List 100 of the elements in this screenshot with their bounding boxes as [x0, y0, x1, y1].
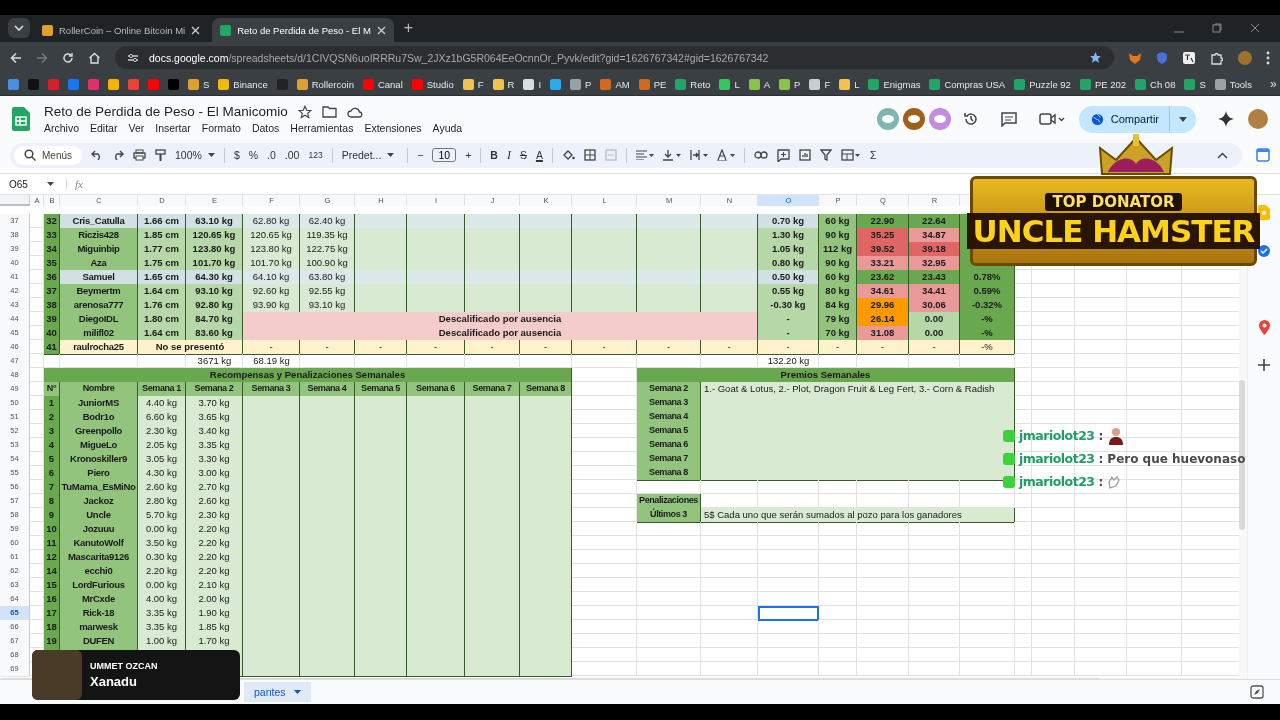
star-icon[interactable] [297, 104, 312, 119]
bookmark[interactable]: R [507, 78, 515, 90]
bookmark[interactable]: S [1199, 78, 1206, 90]
bookmark-icon[interactable] [1079, 78, 1091, 90]
text-rotation-icon[interactable] [716, 149, 735, 161]
calendar-icon[interactable] [1256, 148, 1270, 162]
close-icon[interactable] [191, 25, 201, 35]
menu-item[interactable]: Editar [90, 122, 118, 134]
keep-icon[interactable] [1258, 205, 1270, 220]
bookmark-icon[interactable] [296, 78, 308, 90]
bookmark[interactable]: PE 202 [1094, 78, 1127, 90]
tab-list-button[interactable] [8, 18, 30, 38]
print-icon[interactable] [133, 149, 146, 161]
currency-format-button[interactable]: $ [233, 149, 240, 161]
bookmark-icon[interactable] [748, 78, 760, 90]
bookmark[interactable]: AM [615, 78, 630, 90]
bookmark[interactable]: P [585, 78, 592, 90]
table-view-icon[interactable] [840, 149, 861, 161]
undo-icon[interactable] [91, 150, 103, 160]
menu-item[interactable]: Archivo [44, 122, 79, 134]
bookmark-icon[interactable] [523, 78, 535, 90]
caret-icon[interactable] [387, 153, 395, 157]
font-dropdown[interactable]: Predet... [341, 149, 395, 161]
browser-tab[interactable]: RollerCoin – Online Bitcoin Mi [34, 18, 209, 42]
search-icon[interactable] [24, 149, 36, 161]
increase-decimals-button[interactable]: .00 [284, 149, 300, 161]
bookmark[interactable]: Binance [233, 78, 268, 90]
new-tab-button[interactable]: + [403, 19, 414, 37]
bookmark-icon[interactable] [719, 78, 731, 90]
caret-icon[interactable] [293, 690, 301, 694]
site-settings-icon[interactable] [127, 52, 139, 63]
filter-icon[interactable] [819, 149, 832, 161]
text-wrap-icon[interactable] [689, 149, 708, 161]
bookmark-icon[interactable] [1184, 78, 1196, 90]
merge-cells-icon[interactable] [604, 149, 617, 161]
more-icon[interactable] [1266, 50, 1270, 65]
bookmark[interactable]: Tools [1229, 78, 1252, 90]
profile-avatar[interactable] [1248, 109, 1268, 129]
bookmark-icon[interactable] [1135, 78, 1147, 90]
zoom-dropdown[interactable]: 100% [175, 149, 215, 161]
bookmark-icon[interactable] [218, 78, 230, 90]
italic-button[interactable]: I [506, 147, 511, 163]
menu-item[interactable]: Formato [201, 122, 241, 134]
bookmark-icon[interactable] [1214, 78, 1226, 90]
redo-icon[interactable] [112, 150, 124, 160]
bookmark[interactable]: S [203, 78, 210, 90]
paint-format-icon[interactable] [155, 148, 166, 162]
bookmark[interactable]: PE [653, 78, 667, 90]
bookmark[interactable]: P [794, 78, 801, 90]
menu-item[interactable]: Insertar [155, 122, 191, 134]
browser-tab[interactable]: Reto de Perdida de Peso - El M [212, 18, 394, 42]
cloud-icon[interactable] [346, 105, 363, 118]
share-button[interactable]: Compartir [1078, 105, 1169, 133]
bookmark-icon[interactable] [809, 78, 821, 90]
functions-button[interactable]: Σ [869, 149, 877, 161]
bookmark[interactable]: Rollercoin [311, 78, 354, 90]
plus-icon[interactable] [1258, 359, 1270, 371]
bookmark[interactable]: Reto [690, 78, 711, 90]
text-color-button[interactable]: A [535, 149, 543, 161]
sheet-tab[interactable]: pantes [244, 682, 311, 702]
fox-extension-icon[interactable] [1128, 50, 1142, 65]
map-pin-icon[interactable] [1258, 320, 1270, 335]
number-format-button[interactable]: 123 [308, 150, 323, 160]
menu-search-field[interactable]: Menús [14, 145, 82, 165]
back-icon[interactable] [10, 51, 22, 64]
bookmark[interactable]: Puzzle 92 [1029, 78, 1071, 90]
profile-avatar[interactable] [1238, 50, 1252, 65]
close-icon[interactable] [1250, 23, 1260, 33]
bookmark-icon[interactable] [868, 78, 880, 90]
globe-icon[interactable] [1090, 112, 1104, 126]
strikethrough-button[interactable]: S [519, 149, 527, 161]
decrease-decimals-button[interactable]: .0 [267, 149, 276, 161]
bookmark[interactable]: L [734, 78, 740, 90]
borders-icon[interactable] [583, 149, 596, 161]
bookmark[interactable]: L [854, 78, 860, 90]
bookmark-icon[interactable] [675, 78, 687, 90]
bookmark-icon[interactable] [492, 78, 504, 90]
bookmark[interactable]: Studio [426, 78, 454, 90]
bold-button[interactable]: B [490, 149, 498, 161]
bookmark[interactable]: Compras USA [944, 78, 1006, 90]
share-options-button[interactable] [1169, 105, 1196, 133]
caret-icon[interactable] [47, 182, 54, 186]
bookmark[interactable]: Ch 08 [1150, 78, 1176, 90]
bookmark-star-icon[interactable] [1089, 51, 1102, 64]
collaborator-avatar[interactable] [928, 108, 951, 130]
bookmark-icon[interactable] [462, 78, 474, 90]
menu-item[interactable]: Ayuda [432, 122, 463, 134]
sparkle-icon[interactable] [1218, 111, 1234, 127]
caret-icon[interactable] [207, 153, 215, 157]
menu-item[interactable]: Herramientas [290, 122, 354, 134]
vertical-align-icon[interactable] [662, 149, 681, 161]
bookmark-icon[interactable] [1014, 78, 1026, 90]
translate-extension-icon[interactable] [1182, 50, 1196, 65]
name-box[interactable]: O65 [9, 178, 39, 190]
document-title[interactable]: Reto de Perdida de Peso - El Manicomio [44, 104, 288, 119]
bookmark[interactable]: Enigmas [883, 78, 921, 90]
home-icon[interactable] [88, 51, 101, 64]
menu-item[interactable]: Extensiones [364, 122, 422, 134]
tasks-icon[interactable] [1257, 244, 1271, 258]
restore-icon[interactable] [1212, 23, 1222, 33]
